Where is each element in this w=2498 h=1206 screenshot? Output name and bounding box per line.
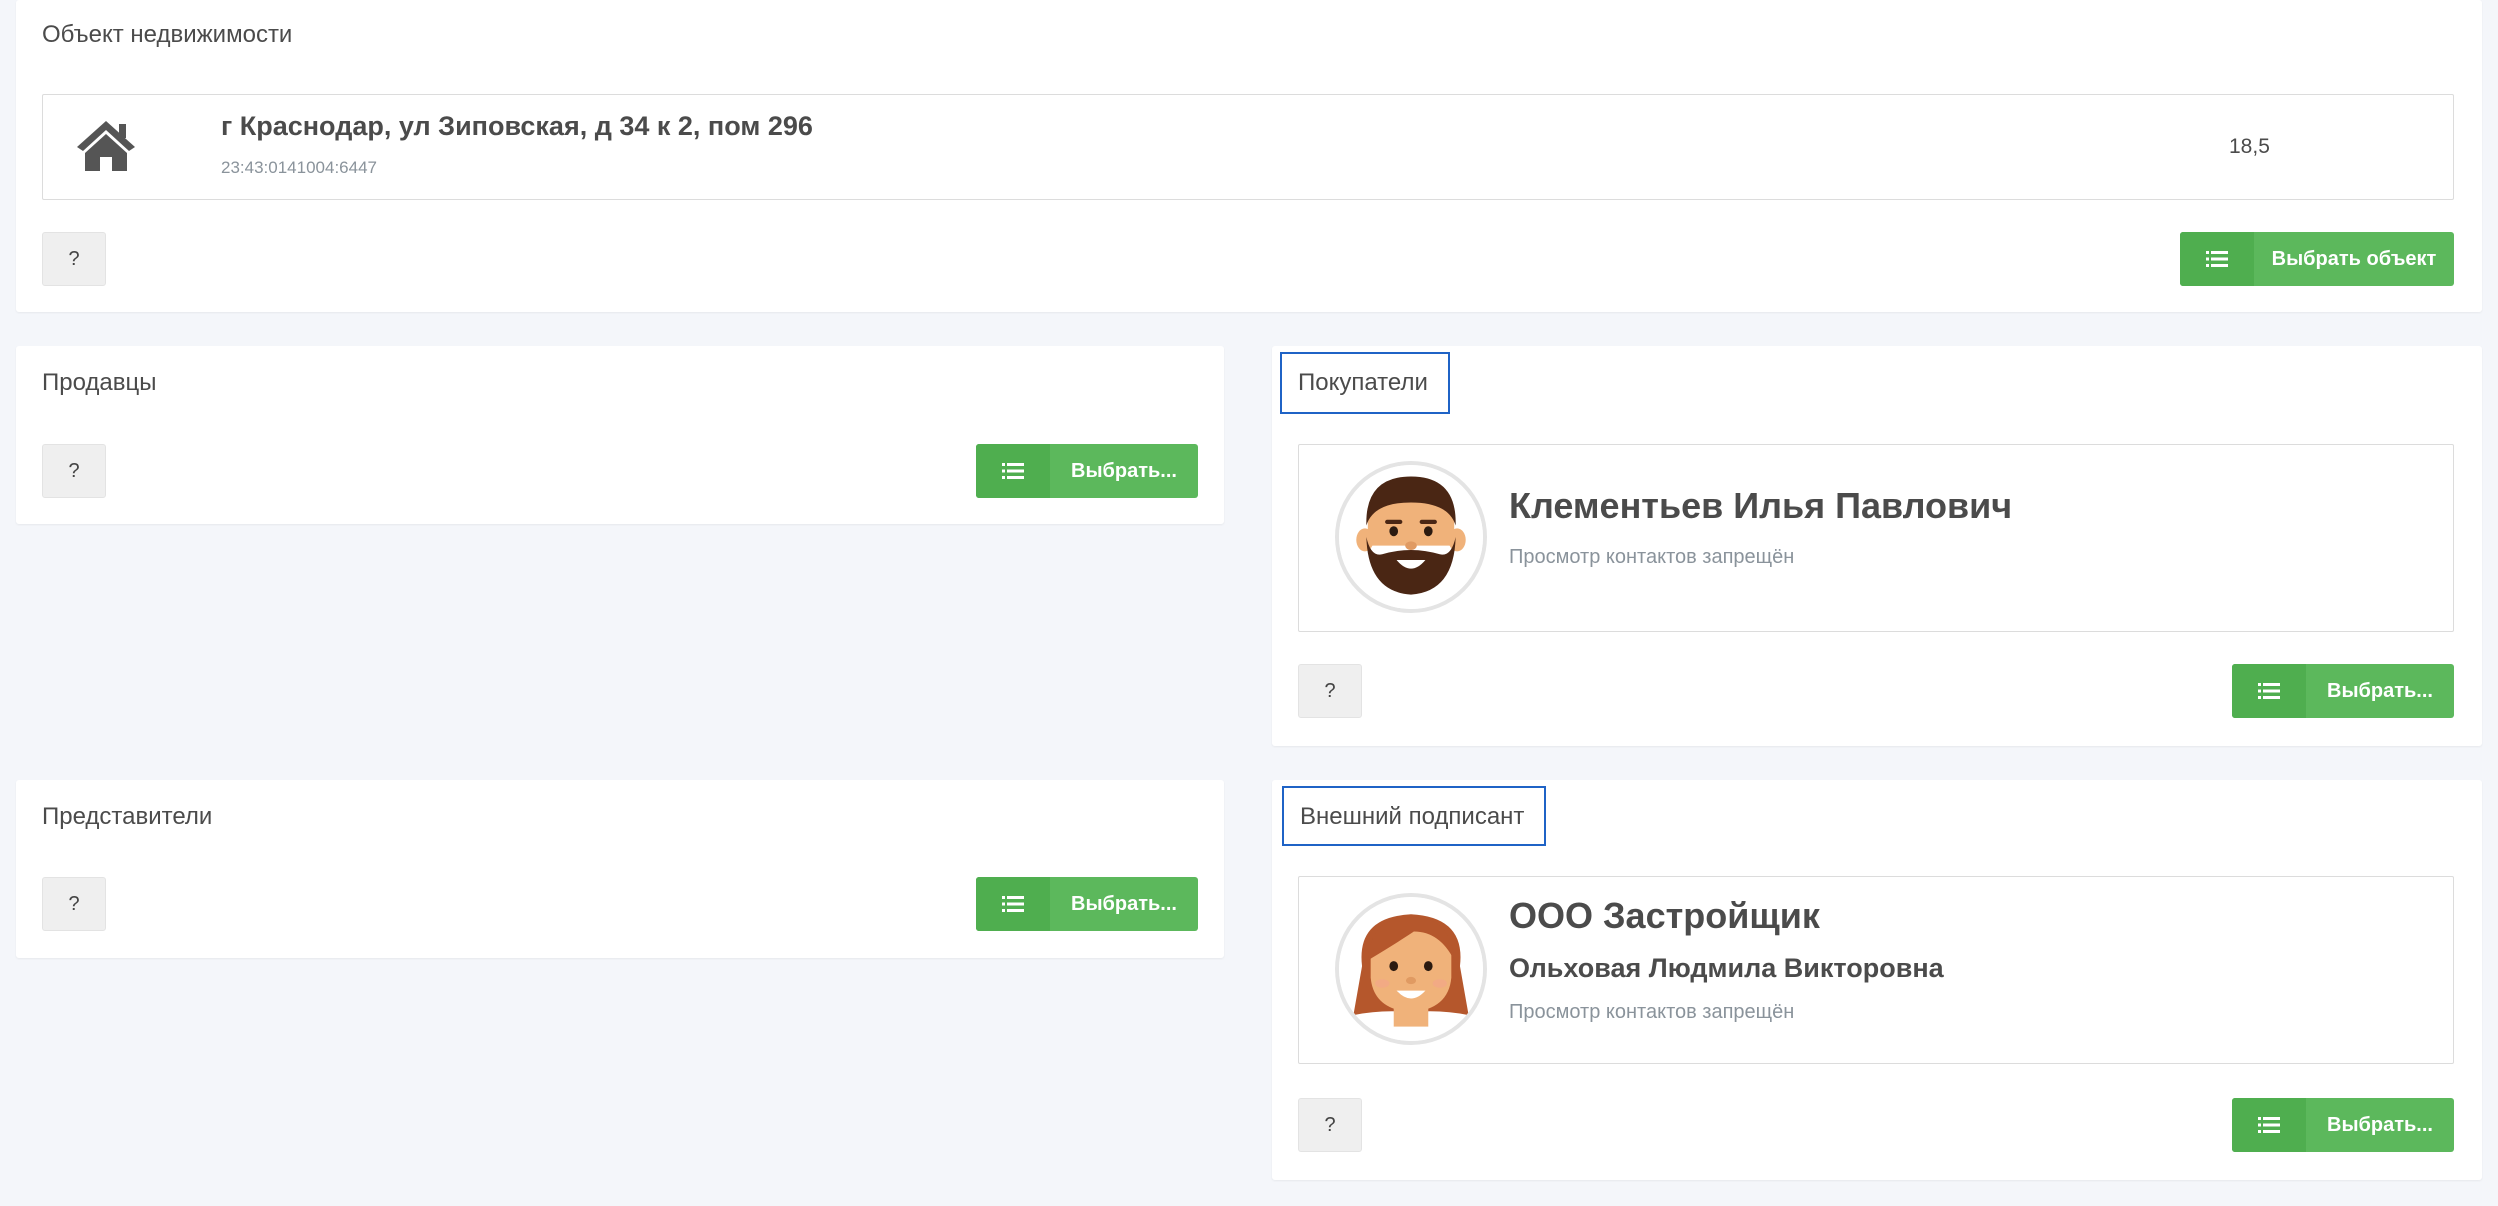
external-signer-person-name: Ольховая Людмила Викторовна <box>1509 953 1944 983</box>
list-icon <box>2232 664 2306 718</box>
representatives-help-button[interactable]: ? <box>42 877 106 931</box>
select-external-signer-button[interactable]: Выбрать... <box>2232 1098 2454 1152</box>
property-card[interactable]: г Краснодар, ул Зиповская, д 34 к 2, пом… <box>42 94 2454 200</box>
sellers-help-button[interactable]: ? <box>42 444 106 498</box>
house-icon <box>75 119 137 173</box>
representatives-panel: Представители ? Выбрать... <box>16 780 1224 958</box>
buyer-contacts-note: Просмотр контактов запрещён <box>1509 546 1795 568</box>
sellers-panel: Продавцы ? Выбрать... <box>16 346 1224 524</box>
external-signer-card[interactable]: ООО Застройщик Ольховая Людмила Викторов… <box>1298 876 2454 1064</box>
external-signer-panel-title: Внешний подписант <box>1282 786 1547 846</box>
representatives-panel-title: Представители <box>42 803 213 830</box>
buyers-help-button[interactable]: ? <box>1298 664 1362 718</box>
property-panel-title: Объект недвижимости <box>42 21 293 48</box>
property-help-button[interactable]: ? <box>42 232 106 286</box>
buyer-name: Клементьев Илья Павлович <box>1509 485 2013 526</box>
sellers-panel-title: Продавцы <box>42 369 157 396</box>
buyers-panel-title: Покупатели <box>1280 352 1450 414</box>
select-property-button[interactable]: Выбрать объект <box>2180 232 2454 286</box>
property-cadastral-number: 23:43:0141004:6447 <box>221 158 377 177</box>
list-icon <box>2232 1098 2306 1152</box>
select-representatives-label: Выбрать... <box>1071 892 1177 915</box>
select-external-signer-label: Выбрать... <box>2327 1113 2433 1136</box>
select-sellers-button[interactable]: Выбрать... <box>976 444 1198 498</box>
buyers-panel: Покупатели Клементьев Илья Павлович Прос… <box>1272 346 2482 746</box>
external-signer-contacts-note: Просмотр контактов запрещён <box>1509 1001 1795 1023</box>
list-icon <box>976 444 1050 498</box>
list-icon <box>976 877 1050 931</box>
property-panel: Объект недвижимости г Краснодар, ул Зипо… <box>16 0 2482 312</box>
select-sellers-label: Выбрать... <box>1071 459 1177 482</box>
female-avatar-icon <box>1335 893 1487 1045</box>
external-signer-help-button[interactable]: ? <box>1298 1098 1362 1152</box>
buyer-card[interactable]: Клементьев Илья Павлович Просмотр контак… <box>1298 444 2454 632</box>
external-signer-org-name: ООО Застройщик <box>1509 895 1820 936</box>
select-buyers-button[interactable]: Выбрать... <box>2232 664 2454 718</box>
list-icon <box>2180 232 2254 286</box>
male-avatar-icon <box>1335 461 1487 613</box>
property-area: 18,5 <box>2229 135 2270 158</box>
external-signer-panel: Внешний подписант ООО Застройщик Ольхова… <box>1272 780 2482 1180</box>
property-address: г Краснодар, ул Зиповская, д 34 к 2, пом… <box>221 111 813 141</box>
select-representatives-button[interactable]: Выбрать... <box>976 877 1198 931</box>
select-buyers-label: Выбрать... <box>2327 679 2433 702</box>
select-property-label: Выбрать объект <box>2271 247 2437 270</box>
